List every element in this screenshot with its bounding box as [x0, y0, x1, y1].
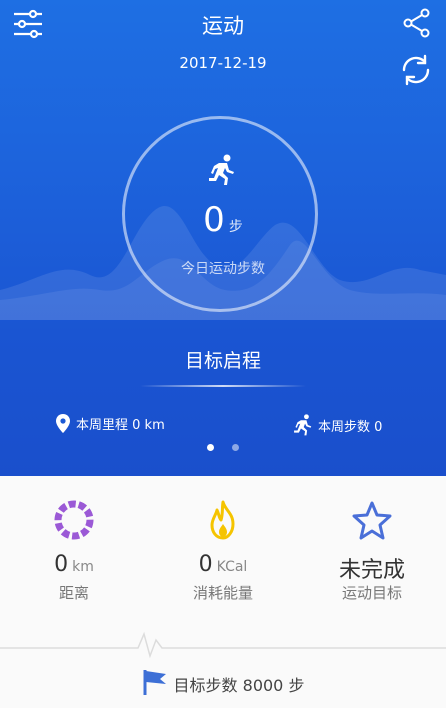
- distance-value-row: 0 km: [0, 552, 148, 577]
- goal-label: 运动目标: [341, 584, 402, 602]
- flame-icon: [201, 498, 245, 542]
- weekly-steps-label: 本周步数 0: [318, 419, 383, 435]
- weekly-distance: 本周里程 0 km: [56, 414, 165, 433]
- today-steps-unit: 步: [228, 219, 243, 235]
- today-steps-value: 0: [203, 200, 225, 240]
- distance-unit: km: [72, 559, 94, 575]
- page-dot-1[interactable]: [207, 444, 214, 451]
- goal-value-row: 未完成: [298, 552, 446, 584]
- energy-value: 0: [198, 552, 213, 577]
- energy-label: 消耗能量: [192, 584, 253, 602]
- today-steps-label: 今日运动步数: [181, 261, 265, 277]
- pulse-line: [0, 631, 446, 659]
- page-dot-2[interactable]: [232, 444, 239, 451]
- goal-start-underline: [140, 385, 306, 387]
- energy-unit: KCal: [216, 559, 248, 575]
- runner-small-icon: [292, 414, 314, 436]
- distance-value: 0: [54, 552, 69, 577]
- share-icon[interactable]: [402, 8, 432, 42]
- runner-icon: [207, 154, 237, 190]
- weekly-steps: 本周步数 0: [292, 414, 382, 436]
- goal-status: 未完成: [338, 558, 405, 583]
- stats-panel: 0 km 距离 0 KCal 消耗能量 未完成 运动目标 目标步数 8000 步: [0, 476, 446, 708]
- location-pin-icon: [56, 414, 70, 433]
- sync-icon[interactable]: [398, 54, 434, 90]
- flag-icon: [142, 668, 168, 700]
- page-indicator[interactable]: [0, 436, 446, 455]
- goal-steps-label: 目标步数 8000 步: [173, 676, 305, 695]
- weekly-distance-label: 本周里程 0 km: [76, 418, 165, 433]
- page-title: 运动: [202, 14, 244, 38]
- star-icon: [350, 498, 394, 542]
- today-steps: 0步: [0, 200, 446, 240]
- goal-steps-footer[interactable]: 目标步数 8000 步: [0, 668, 446, 700]
- distance-label: 距离: [58, 584, 89, 602]
- goal-start-title[interactable]: 目标启程: [0, 346, 446, 373]
- date-label: 2017-12-19: [179, 54, 267, 72]
- hero-panel: 运动 2017-12-19 0步 今日运动步数 目标启程 本周里程 0 km 本…: [0, 0, 446, 476]
- ring-icon: [52, 498, 96, 542]
- energy-value-row: 0 KCal: [149, 552, 297, 577]
